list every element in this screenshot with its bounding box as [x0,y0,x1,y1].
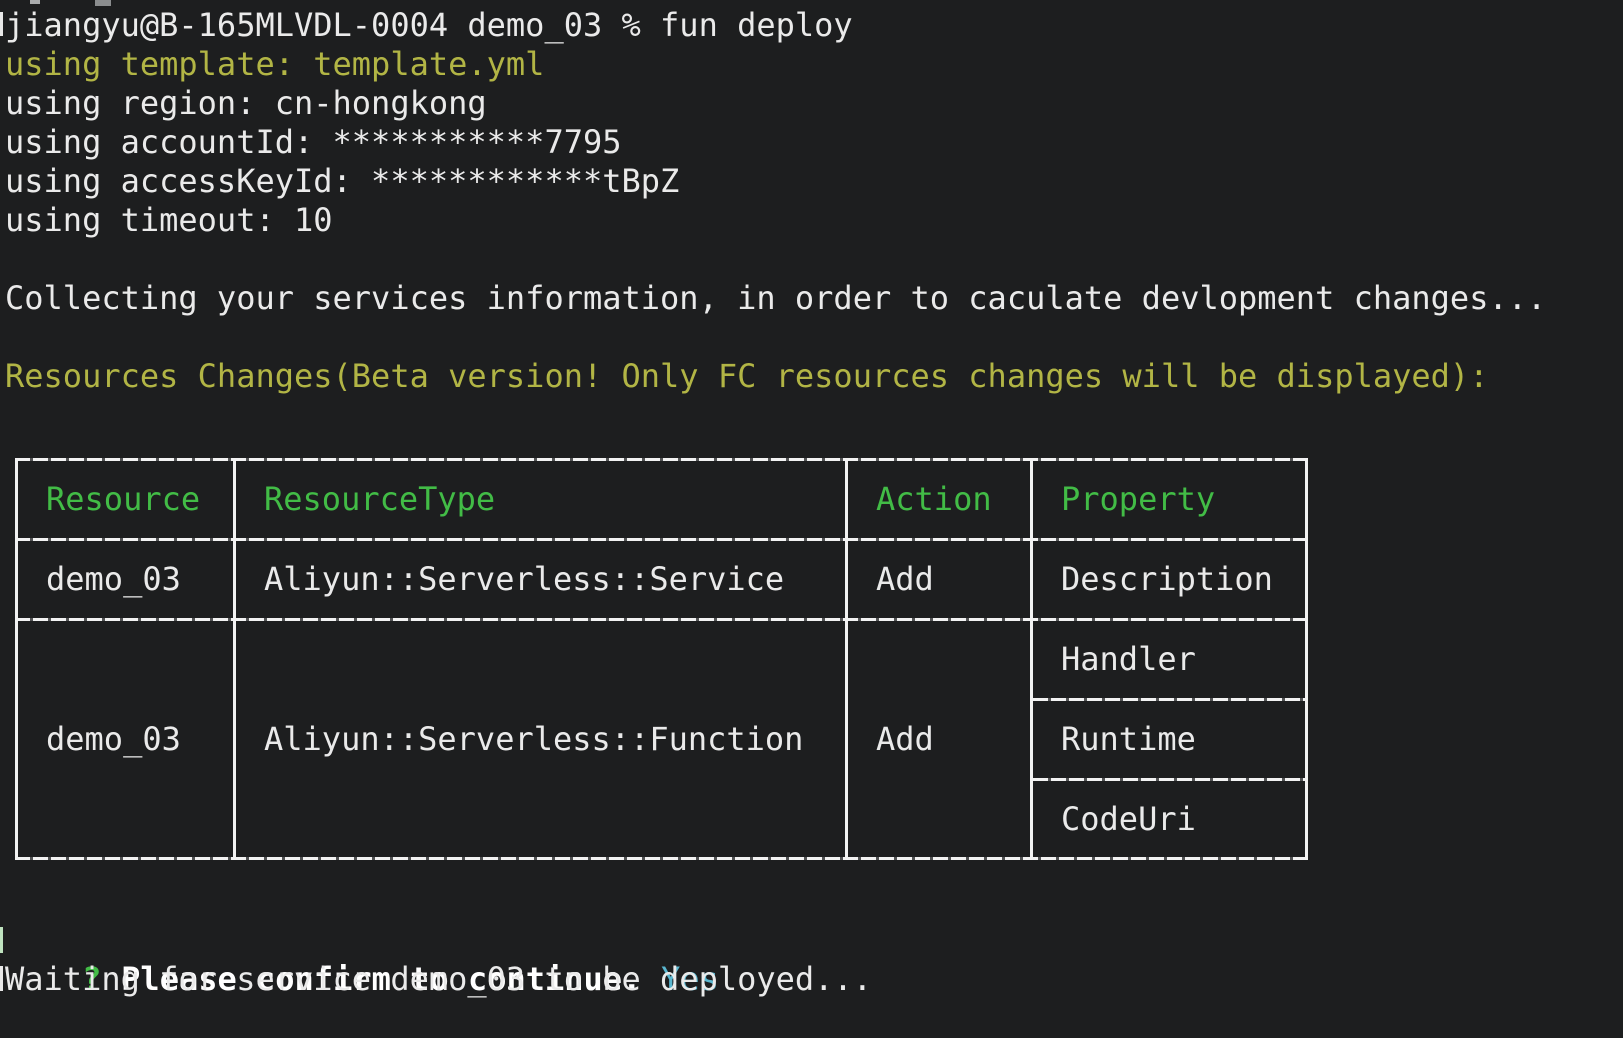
cell-property: Handler [1033,621,1305,698]
top-crop-artifact [30,0,40,4]
top-crop-artifact [95,0,111,6]
left-crop-artifact [0,966,3,991]
table-header-row: Resource ResourceType Action Property [15,461,1308,538]
cell-property: Runtime [1033,701,1305,778]
using-template-line: using template: template.yml [5,45,1623,84]
table-row: demo_03 Aliyun::Serverless::Service Add … [15,541,1308,618]
cell-resource: demo_03 [15,621,233,857]
cell-action: Add [845,541,1030,618]
blank-line [5,318,1623,357]
cell-property: CodeUri [1033,781,1305,857]
header-action: Action [845,461,1030,538]
resources-changes-table: Resource ResourceType Action Property de… [15,458,1308,860]
header-resource: Resource [15,461,233,538]
deploy-status-line: Waiting for service demo_03 to be deploy… [5,960,1623,999]
using-timeout-line: using timeout: 10 [5,201,1623,240]
using-region-line: using region: cn-hongkong [5,84,1623,123]
using-account-id-line: using accountId: ***********7795 [5,123,1623,162]
resources-changes-line: Resources Changes(Beta version! Only FC … [5,357,1623,396]
collecting-services-line: Collecting your services information, in… [5,279,1623,318]
table-border-bottom [15,857,1308,860]
table-row: demo_03 Aliyun::Serverless::Function Add… [15,621,1308,857]
header-property: Property [1030,461,1308,538]
cell-property-stack: Handler Runtime CodeUri [1030,621,1308,857]
confirm-prompt-line: ?Please confirm to continue.Yes [5,921,1623,960]
shell-prompt-line: jiangyu@B-165MLVDL-0004 demo_03 % fun de… [5,6,1623,45]
cell-property: Description [1030,541,1308,618]
cell-resource: demo_03 [15,541,233,618]
cell-resource-type: Aliyun::Serverless::Service [233,541,845,618]
cell-action: Add [845,621,1030,857]
using-access-key-id-line: using accessKeyId: ************tBpZ [5,162,1623,201]
left-crop-artifact [0,927,3,953]
header-resource-type: ResourceType [233,461,845,538]
blank-line [5,240,1623,279]
cell-resource-type: Aliyun::Serverless::Function [233,621,845,857]
left-crop-artifact [0,12,3,36]
terminal-window[interactable]: jiangyu@B-165MLVDL-0004 demo_03 % fun de… [0,0,1623,999]
